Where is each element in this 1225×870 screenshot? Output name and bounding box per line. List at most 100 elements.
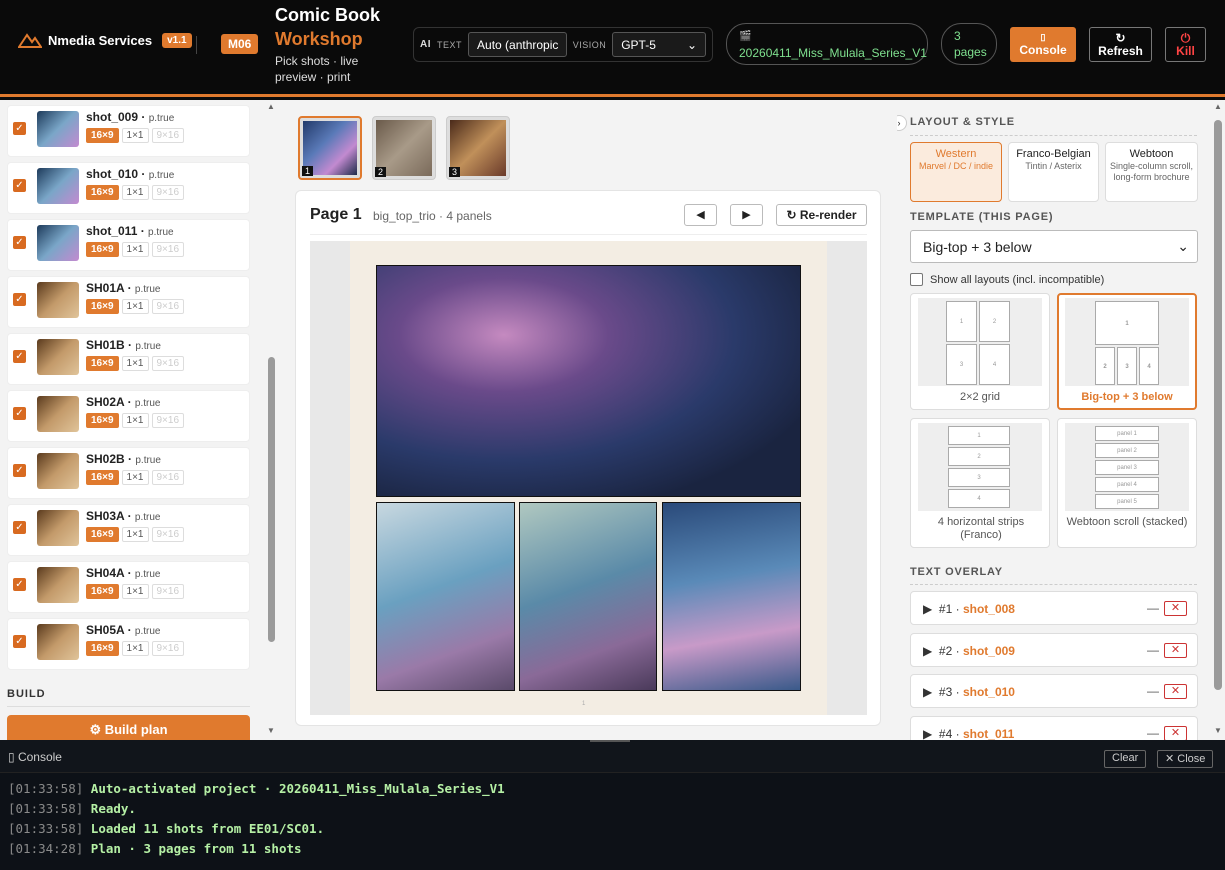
text-overlay-row[interactable]: ▶ #1 · shot_008 — ✕ [910, 591, 1198, 625]
template-2x2-grid[interactable]: 1 2 3 4 2×2 grid [910, 293, 1050, 410]
build-plan-button[interactable]: ⚙ Build plan [7, 715, 250, 740]
shot-checkbox[interactable]: ✓ [13, 122, 26, 135]
prev-page-button[interactable]: ◀ [684, 204, 717, 226]
shot-checkbox[interactable]: ✓ [13, 236, 26, 249]
comic-panel-2[interactable] [376, 502, 515, 691]
shot-thumbnail[interactable] [37, 282, 79, 318]
shot-thumbnail[interactable] [37, 111, 79, 147]
text-overlay-row[interactable]: ▶ #2 · shot_009 — ✕ [910, 632, 1198, 667]
aspect-16x9-chip[interactable]: 16×9 [86, 641, 119, 656]
shot-checkbox[interactable]: ✓ [13, 407, 26, 420]
next-page-button[interactable]: ▶ [730, 204, 763, 226]
shot-list-scrollbar[interactable]: ▲ ▼ [265, 100, 280, 740]
show-all-layouts-toggle[interactable]: Show all layouts (incl. incompatible) [910, 273, 1104, 286]
shot-row[interactable]: ✓ SH01B · p.true 16×9 1×1 9×16 [7, 333, 250, 385]
shot-thumbnail[interactable] [37, 567, 79, 603]
aspect-16x9-chip[interactable]: 16×9 [86, 527, 119, 542]
brand[interactable]: Nmedia Services v1.1 [18, 32, 192, 48]
aspect-16x9-chip[interactable]: 16×9 [86, 299, 119, 314]
expand-triangle-icon[interactable]: ▶ [923, 727, 932, 741]
aspect-9x16-chip[interactable]: 9×16 [151, 527, 185, 542]
rerender-button[interactable]: ↻ Re-render [776, 204, 867, 226]
layout-webtoon[interactable]: Webtoon Single-column scroll, long-form … [1105, 142, 1198, 202]
template-webtoon-scroll[interactable]: panel 1 panel 2 panel 3 panel 4 panel 5 … [1057, 418, 1197, 548]
aspect-16x9-chip[interactable]: 16×9 [86, 584, 119, 599]
shot-checkbox[interactable]: ✓ [13, 179, 26, 192]
shot-thumbnail[interactable] [37, 339, 79, 375]
scrollbar-thumb[interactable] [268, 357, 275, 642]
shot-thumbnail[interactable] [37, 168, 79, 204]
vision-model-select[interactable]: GPT-5 ⌄ [612, 32, 706, 57]
comic-panel-1[interactable] [376, 265, 801, 497]
scroll-down-icon[interactable]: ▼ [267, 726, 275, 735]
shot-row[interactable]: ✓ SH01A · p.true 16×9 1×1 9×16 [7, 276, 250, 328]
page-thumb-1[interactable]: 1 [298, 116, 362, 180]
clear-console-button[interactable]: Clear [1104, 750, 1147, 768]
shot-row[interactable]: ✓ SH04A · p.true 16×9 1×1 9×16 [7, 561, 250, 613]
aspect-9x16-chip[interactable]: 9×16 [151, 641, 185, 656]
shot-thumbnail[interactable] [37, 510, 79, 546]
show-all-checkbox[interactable] [910, 273, 923, 286]
aspect-9x16-chip[interactable]: 9×16 [151, 128, 185, 143]
pages-pill[interactable]: 3 pages [941, 23, 997, 65]
aspect-1x1-chip[interactable]: 1×1 [121, 470, 149, 485]
aspect-9x16-chip[interactable]: 9×16 [151, 242, 185, 257]
shot-row[interactable]: ✓ SH03A · p.true 16×9 1×1 9×16 [7, 504, 250, 556]
shot-checkbox[interactable]: ✓ [13, 521, 26, 534]
shot-row[interactable]: ✓ SH02A · p.true 16×9 1×1 9×16 [7, 390, 250, 442]
shot-checkbox[interactable]: ✓ [13, 578, 26, 591]
layout-franco-belgian[interactable]: Franco-Belgian Tintin / Asterix [1008, 142, 1099, 202]
aspect-16x9-chip[interactable]: 16×9 [86, 185, 119, 200]
comic-panel-4[interactable] [662, 502, 801, 691]
shot-row[interactable]: ✓ SH02B · p.true 16×9 1×1 9×16 [7, 447, 250, 499]
template-big-top-3-below[interactable]: 1 2 3 4 Big-top + 3 below [1057, 293, 1197, 410]
aspect-9x16-chip[interactable]: 9×16 [151, 356, 185, 371]
collapse-panel-icon[interactable]: › [897, 115, 907, 131]
text-model-select[interactable]: Auto (anthropic [468, 32, 567, 57]
shot-checkbox[interactable]: ✓ [13, 464, 26, 477]
right-panel-scrollbar[interactable]: ▲ ▼ [1211, 100, 1225, 740]
text-overlay-row[interactable]: ▶ #4 · shot_011 — ✕ [910, 715, 1198, 741]
scrollbar-thumb[interactable] [1214, 120, 1222, 690]
aspect-16x9-chip[interactable]: 16×9 [86, 413, 119, 428]
template-4-horizontal-strips[interactable]: 1 2 3 4 4 horizontal strips (Franco) [910, 418, 1050, 548]
shot-row[interactable]: ✓ shot_010 · p.true 16×9 1×1 9×16 [7, 162, 250, 214]
minus-icon[interactable]: — [1147, 726, 1159, 740]
scroll-up-icon[interactable]: ▲ [1214, 102, 1222, 111]
page-thumb-3[interactable]: 3 [446, 116, 510, 180]
aspect-1x1-chip[interactable]: 1×1 [121, 356, 149, 371]
resize-handle[interactable] [590, 740, 630, 742]
aspect-1x1-chip[interactable]: 1×1 [121, 128, 149, 143]
minus-icon[interactable]: — [1147, 601, 1159, 615]
aspect-9x16-chip[interactable]: 9×16 [151, 584, 185, 599]
shot-checkbox[interactable]: ✓ [13, 350, 26, 363]
shot-thumbnail[interactable] [37, 453, 79, 489]
aspect-1x1-chip[interactable]: 1×1 [121, 413, 149, 428]
shot-checkbox[interactable]: ✓ [13, 635, 26, 648]
aspect-1x1-chip[interactable]: 1×1 [121, 299, 149, 314]
shot-thumbnail[interactable] [37, 624, 79, 660]
scroll-down-icon[interactable]: ▼ [1214, 726, 1222, 735]
aspect-9x16-chip[interactable]: 9×16 [151, 299, 185, 314]
aspect-1x1-chip[interactable]: 1×1 [121, 527, 149, 542]
shot-thumbnail[interactable] [37, 396, 79, 432]
aspect-1x1-chip[interactable]: 1×1 [121, 641, 149, 656]
close-console-button[interactable]: ✕ Close [1157, 750, 1214, 768]
expand-triangle-icon[interactable]: ▶ [923, 685, 932, 699]
delete-overlay-button[interactable]: ✕ [1164, 725, 1187, 740]
kill-button[interactable]: ⏻ Kill [1165, 27, 1206, 62]
refresh-button[interactable]: ↻ Refresh [1089, 27, 1152, 62]
aspect-16x9-chip[interactable]: 16×9 [86, 356, 119, 371]
expand-triangle-icon[interactable]: ▶ [923, 602, 932, 616]
aspect-9x16-chip[interactable]: 9×16 [151, 413, 185, 428]
project-pill[interactable]: 🎬 20260411_Miss_Mulala_Series_V1 [726, 23, 928, 65]
console-button[interactable]: ▯ Console [1010, 27, 1076, 62]
delete-overlay-button[interactable]: ✕ [1164, 601, 1187, 616]
expand-triangle-icon[interactable]: ▶ [923, 644, 932, 658]
shot-row[interactable]: ✓ SH05A · p.true 16×9 1×1 9×16 [7, 618, 250, 670]
minus-icon[interactable]: — [1147, 643, 1159, 657]
shot-checkbox[interactable]: ✓ [13, 293, 26, 306]
shot-row[interactable]: ✓ shot_011 · p.true 16×9 1×1 9×16 [7, 219, 250, 271]
scroll-up-icon[interactable]: ▲ [267, 102, 275, 111]
minus-icon[interactable]: — [1147, 684, 1159, 698]
